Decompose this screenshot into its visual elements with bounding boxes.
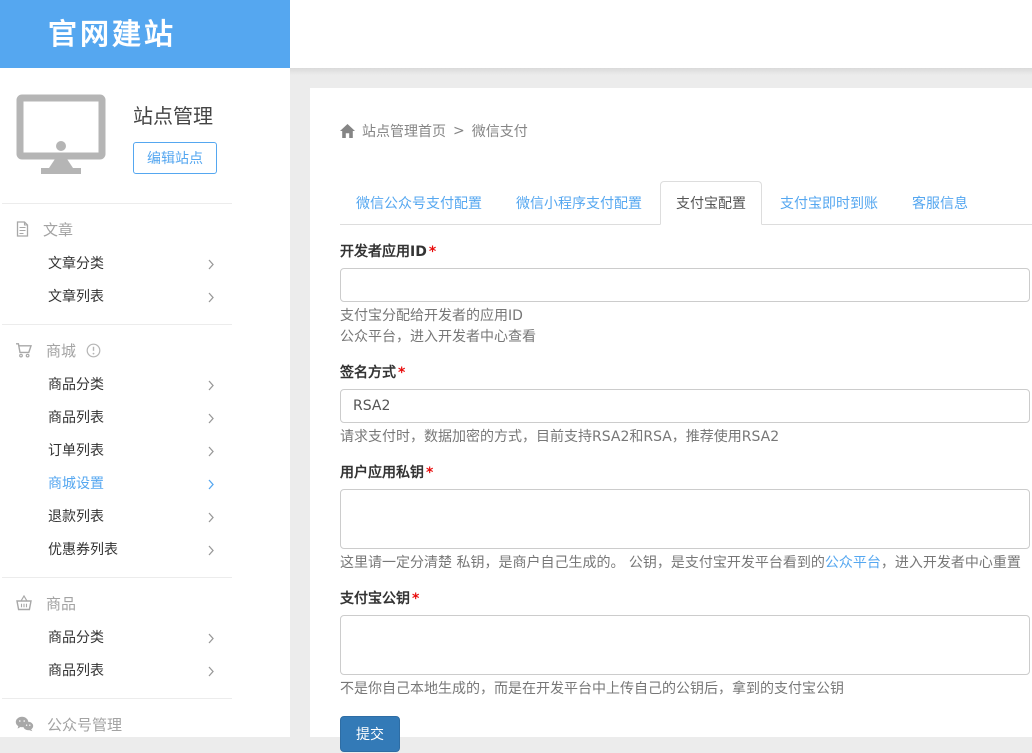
sidebar-header-official-account: 公众号管理 — [2, 705, 232, 743]
alipay-config-form: 开发者应用ID* 支付宝分配给开发者的应用ID 公众平台，进入开发者中心查看 签… — [340, 241, 1030, 752]
sidebar-item-goods-categories[interactable]: 商品分类 — [2, 622, 232, 655]
field-sign-type: 签名方式* 请求支付时，数据加密的方式，目前支持RSA2和RSA，推荐使用RSA… — [340, 362, 1030, 448]
tab-alipay-config[interactable]: 支付宝配置 — [660, 181, 762, 225]
sidebar-item-article-categories[interactable]: 文章分类 — [2, 248, 232, 281]
chevron-right-icon — [208, 380, 214, 391]
sign-type-input[interactable] — [340, 389, 1030, 423]
field-app-id: 开发者应用ID* 支付宝分配给开发者的应用ID 公众平台，进入开发者中心查看 — [340, 241, 1030, 348]
home-icon — [340, 124, 355, 138]
field-private-key: 用户应用私钥* 这里请一定分清楚 私钥，是商户自己生成的。 公钥，是支付宝开发平… — [340, 462, 1030, 574]
brand-logo: 官网建站 — [0, 0, 290, 68]
chevron-right-icon — [208, 666, 214, 677]
tab-alipay-instant[interactable]: 支付宝即时到账 — [764, 181, 894, 225]
sidebar-header-mall: 商城 — [2, 331, 232, 369]
alipay-public-key-textarea[interactable] — [340, 615, 1030, 675]
tab-customer-service[interactable]: 客服信息 — [896, 181, 984, 225]
chevron-right-icon — [208, 413, 214, 424]
sidebar-item-coupon-list[interactable]: 优惠券列表 — [2, 534, 232, 567]
chevron-right-icon — [208, 512, 214, 523]
tab-wechat-official-pay[interactable]: 微信公众号支付配置 — [340, 181, 498, 225]
wechat-icon — [15, 716, 34, 732]
sidebar-item-mall-settings[interactable]: 商城设置 — [2, 468, 232, 501]
public-platform-link[interactable]: 公众平台 — [825, 555, 881, 571]
tab-wechat-miniprogram-pay[interactable]: 微信小程序支付配置 — [500, 181, 658, 225]
field-alipay-public-key: 支付宝公钥* 不是你自己本地生成的，而是在开发平台中上传自己的公钥后，拿到的支付… — [340, 588, 1030, 700]
sidebar-header-articles: 文章 — [2, 210, 232, 248]
sidebar-group-mall: 商城 商品分类 商品列表 订单列表 — [2, 324, 232, 577]
required-mark: * — [426, 465, 433, 481]
sidebar-item-article-list[interactable]: 文章列表 — [2, 281, 232, 314]
field-label: 支付宝公钥* — [340, 588, 1030, 608]
sidebar-item-refund-list[interactable]: 退款列表 — [2, 501, 232, 534]
site-title: 站点管理 — [133, 100, 217, 129]
app-id-input[interactable] — [340, 268, 1030, 302]
required-mark: * — [398, 365, 405, 381]
sidebar-group-goods: 商品 商品分类 商品列表 — [2, 577, 232, 698]
submit-button[interactable]: 提交 — [340, 716, 400, 752]
field-label: 签名方式* — [340, 362, 1030, 382]
monitor-icon — [15, 94, 107, 203]
sidebar: 站点管理 编辑站点 文章 文章分类 文章列表 — [0, 68, 290, 737]
field-label: 开发者应用ID* — [340, 241, 1030, 261]
chevron-right-icon — [208, 292, 214, 303]
required-mark: * — [429, 244, 436, 260]
required-mark: * — [412, 591, 419, 607]
field-help: 请求支付时，数据加密的方式，目前支持RSA2和RSA，推荐使用RSA2 — [340, 427, 1030, 448]
sidebar-item-product-categories[interactable]: 商品分类 — [2, 369, 232, 402]
sidebar-item-product-list[interactable]: 商品列表 — [2, 402, 232, 435]
breadcrumb: 站点管理首页 > 微信支付 — [340, 121, 1032, 141]
edit-site-button[interactable]: 编辑站点 — [133, 142, 217, 174]
article-icon — [15, 221, 30, 237]
breadcrumb-home-link[interactable]: 站点管理首页 — [362, 121, 446, 141]
info-circle-icon — [86, 343, 101, 358]
private-key-textarea[interactable] — [340, 489, 1030, 549]
sidebar-header-label: 文章 — [43, 219, 73, 240]
field-help: 不是你自己本地生成的，而是在开发平台中上传自己的公钥后，拿到的支付宝公钥 — [340, 679, 1030, 700]
content-shadow — [290, 68, 1032, 75]
site-profile: 站点管理 编辑站点 — [0, 68, 290, 203]
cart-icon — [15, 342, 33, 358]
sidebar-item-order-list[interactable]: 订单列表 — [2, 435, 232, 468]
field-help: 支付宝分配给开发者的应用ID 公众平台，进入开发者中心查看 — [340, 306, 1030, 348]
chevron-right-icon — [208, 446, 214, 457]
sidebar-group-official-account: 公众号管理 — [2, 698, 232, 753]
field-help: 这里请一定分清楚 私钥，是商户自己生成的。 公钥，是支付宝开发平台看到的公众平台… — [340, 553, 1030, 574]
chevron-right-icon — [208, 479, 214, 490]
sidebar-item-goods-list[interactable]: 商品列表 — [2, 655, 232, 688]
chevron-right-icon — [208, 259, 214, 270]
breadcrumb-current: 微信支付 — [472, 121, 528, 141]
field-label: 用户应用私钥* — [340, 462, 1030, 482]
main-panel: 站点管理首页 > 微信支付 微信公众号支付配置 微信小程序支付配置 支付宝配置 … — [310, 88, 1032, 737]
sidebar-group-articles: 文章 文章分类 文章列表 — [2, 203, 232, 324]
chevron-right-icon — [208, 633, 214, 644]
sidebar-header-goods: 商品 — [2, 584, 232, 622]
chevron-right-icon — [208, 545, 214, 556]
breadcrumb-separator: > — [453, 123, 465, 139]
payment-config-tabs: 微信公众号支付配置 微信小程序支付配置 支付宝配置 支付宝即时到账 客服信息 — [340, 181, 1032, 225]
basket-icon — [15, 595, 33, 611]
